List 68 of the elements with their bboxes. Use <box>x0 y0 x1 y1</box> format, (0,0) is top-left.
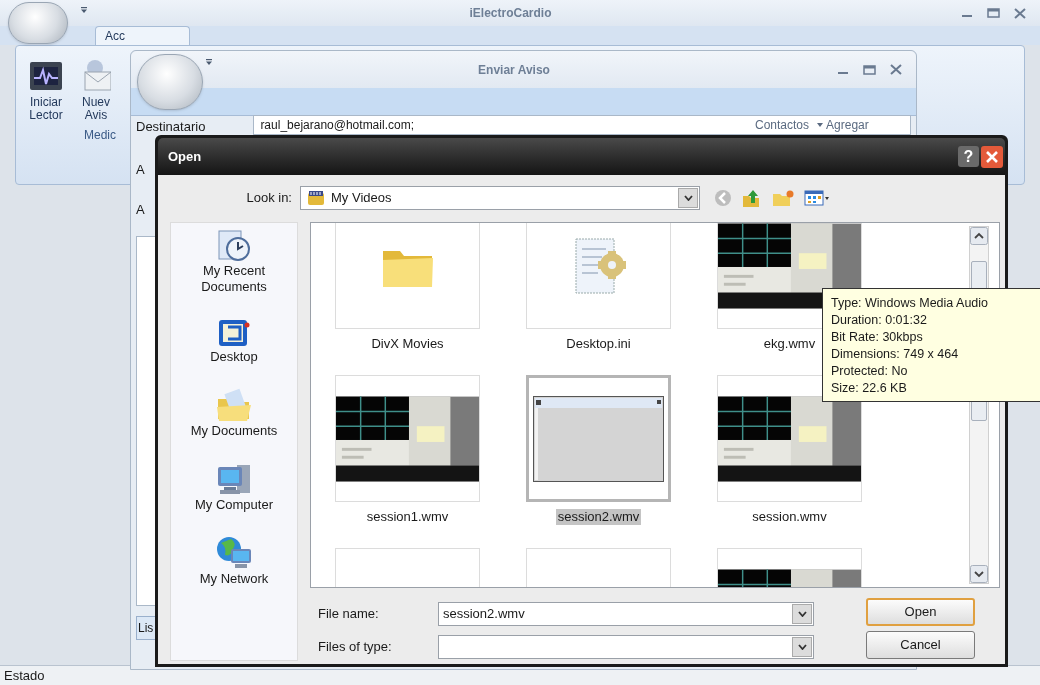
view-menu-icon[interactable] <box>804 190 830 206</box>
tooltip-line: Duration: 0:01:32 <box>831 312 928 329</box>
field-label: Destinatario <box>136 118 206 137</box>
file-name: session2.wmv <box>555 509 642 525</box>
button-label: Lector <box>29 109 63 122</box>
look-in-value: My Videos <box>330 189 393 208</box>
open-folder-icon <box>215 387 253 423</box>
button-label: Iniciar <box>30 96 62 109</box>
tooltip-line: Size: 22.6 KB <box>831 380 908 397</box>
close-icon <box>986 150 998 163</box>
thumbnail-frame[interactable] <box>335 375 480 502</box>
new-folder-icon[interactable] <box>772 189 794 207</box>
button-label: Nuev <box>82 96 110 109</box>
envelope-icon <box>81 58 111 92</box>
file-name: session1.wmv <box>365 509 450 525</box>
scroll-up-icon[interactable] <box>970 227 988 245</box>
file-name: Desktop.ini <box>565 336 632 352</box>
tooltip-line: Protected: No <box>831 363 909 380</box>
cancel-button[interactable]: Cancel <box>866 631 975 659</box>
group-label: Medic <box>84 127 116 144</box>
caret-icon <box>817 122 824 128</box>
look-in-label: Look in: <box>245 189 293 208</box>
dialog-title: Open <box>168 147 203 166</box>
quick-access-caret-icon[interactable] <box>80 6 88 14</box>
scroll-down-icon[interactable] <box>970 565 988 583</box>
add-link[interactable]: Agregar <box>817 116 869 134</box>
ribbon-button[interactable]: Iniciar Lector <box>24 58 68 122</box>
film-folder-icon <box>307 190 325 206</box>
clock-document-icon <box>216 229 252 263</box>
places-item[interactable]: My Documents <box>179 387 289 439</box>
open-button[interactable]: Open <box>866 598 975 626</box>
file-name-field[interactable]: session2.wmv <box>438 602 814 626</box>
file-name-label: File name: <box>317 605 380 624</box>
window-title: iElectroCardio <box>469 5 552 22</box>
file-type-label: Files of type: <box>317 638 393 657</box>
file-name: ekg.wmv <box>762 336 817 352</box>
field-label: A <box>136 201 145 220</box>
places-item[interactable]: My Network <box>179 535 289 587</box>
places-item[interactable]: Desktop <box>179 317 289 365</box>
field-label: A <box>136 161 145 180</box>
desktop-icon <box>216 317 252 349</box>
button-label: Avis <box>84 109 108 122</box>
file-name: session.wmv <box>751 509 828 525</box>
thumbnail-frame[interactable] <box>526 375 671 502</box>
tooltip-line: Bit Rate: 30kbps <box>831 329 924 346</box>
tooltip-line: Type: Windows Media Audio <box>831 295 990 312</box>
help-button[interactable]: ? <box>958 146 979 167</box>
contacts-link[interactable]: Contactos <box>755 116 810 134</box>
close-icon[interactable] <box>890 64 902 75</box>
thumbnail-frame[interactable] <box>717 375 862 502</box>
places-item[interactable]: My Recent Documents <box>179 229 289 295</box>
file-name: DivX Movies <box>370 336 445 352</box>
ribbon-tab[interactable]: Acc <box>95 26 190 45</box>
maximize-icon[interactable] <box>987 8 1000 18</box>
thumbnail-frame[interactable] <box>335 223 480 329</box>
look-in-dropdown[interactable]: My Videos <box>300 186 700 210</box>
tooltip-line: Dimensions: 749 x 464 <box>831 346 960 363</box>
places-item[interactable]: My Computer <box>179 461 289 513</box>
up-folder-icon[interactable] <box>742 188 762 208</box>
maximize-icon[interactable] <box>863 64 876 75</box>
close-icon[interactable] <box>1014 7 1026 19</box>
ribbon-button[interactable]: Nuev Avis <box>74 58 118 122</box>
status-text: Estado <box>4 666 45 685</box>
thumbnail-frame[interactable] <box>526 223 671 329</box>
window-title: Enviar Aviso <box>478 61 550 79</box>
close-button[interactable] <box>981 145 1003 168</box>
quick-access-caret-icon[interactable] <box>205 58 213 66</box>
network-globe-icon <box>215 535 253 571</box>
